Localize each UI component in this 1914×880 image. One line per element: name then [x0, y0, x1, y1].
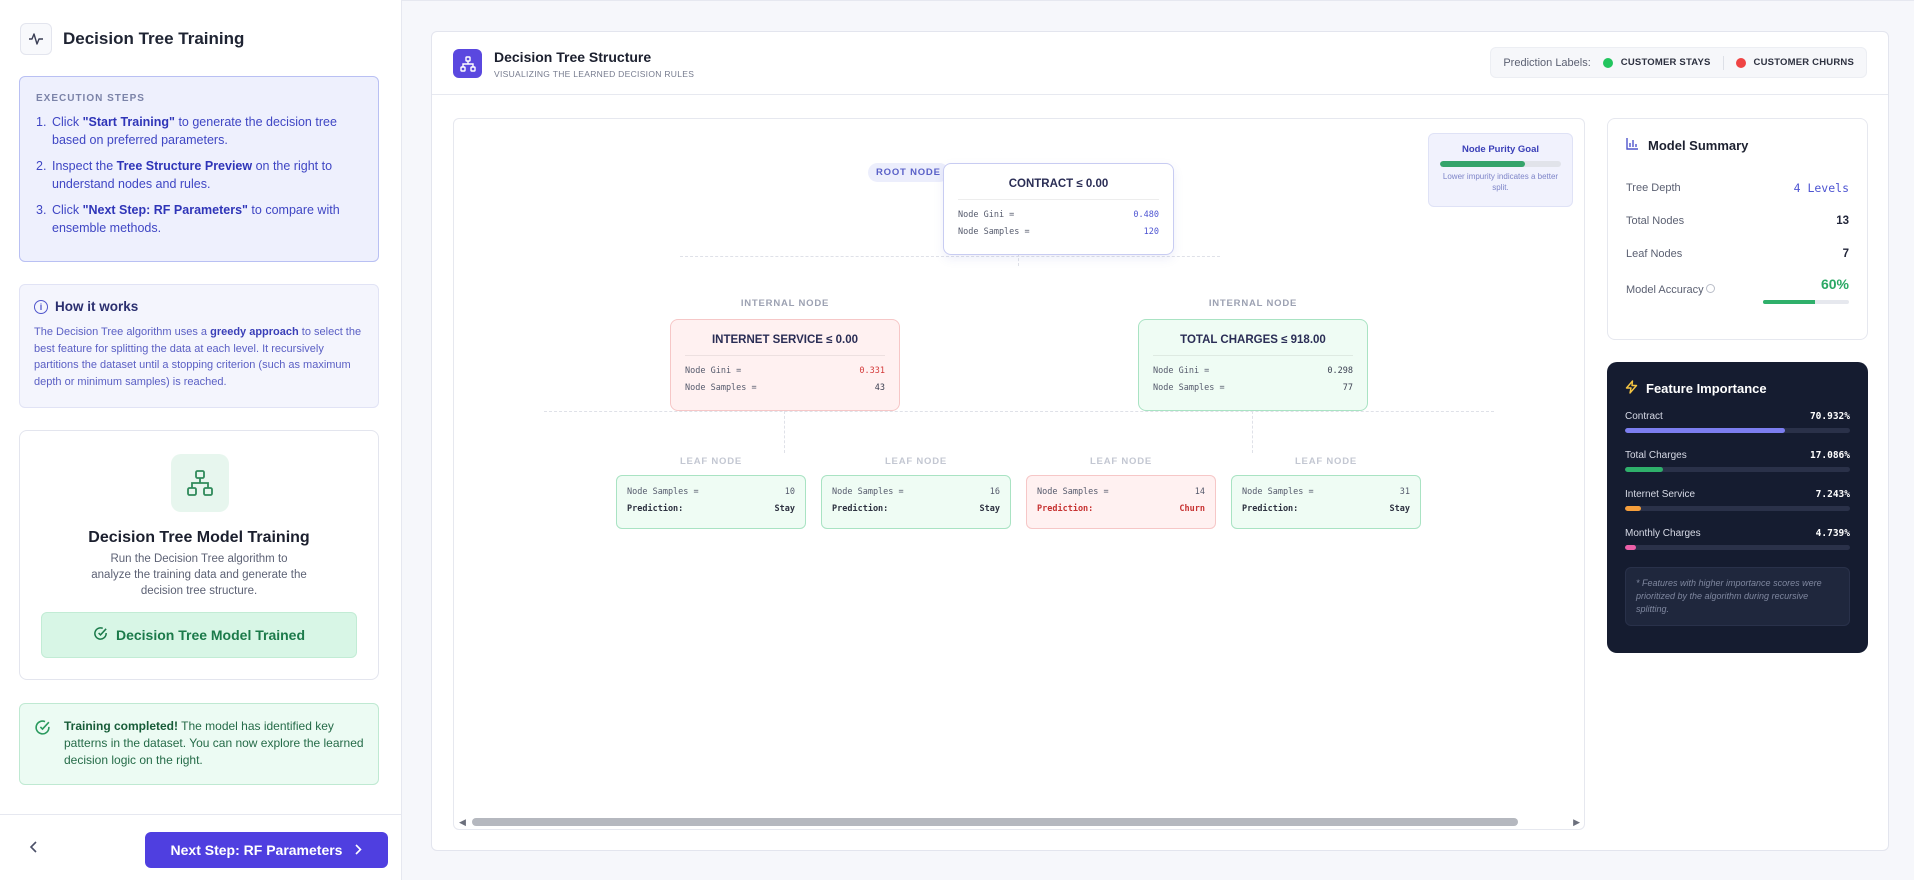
training-complete-alert: Training completed! The model has identi…	[19, 703, 379, 785]
lightning-icon	[1625, 380, 1638, 397]
feature-row: Contract 70.932%	[1625, 411, 1850, 433]
leaf-node-tag: LEAF NODE	[1294, 456, 1358, 467]
training-card: Decision Tree Model Training Run the Dec…	[19, 430, 379, 680]
activity-icon	[20, 23, 52, 55]
feature-value: 17.086%	[1809, 450, 1850, 461]
leaf-node-tag: LEAF NODE	[679, 456, 743, 467]
next-step-label: Next Step: RF Parameters	[170, 842, 343, 858]
step-item: 3. Click "Next Step: RF Parameters" to co…	[36, 203, 340, 235]
legend-item-stays: CUSTOMER STAYS	[1602, 57, 1711, 68]
summary-row-total-nodes: Total Nodes 13	[1626, 214, 1849, 227]
scroll-left-arrow-icon[interactable]: ◀	[459, 817, 466, 828]
panel-subtitle: VISUALIZING THE LEARNED DECISION RULES	[494, 69, 695, 79]
feature-importance-note: * Features with higher importance scores…	[1625, 567, 1850, 626]
check-circle-icon	[34, 719, 51, 741]
feature-bar	[1625, 428, 1850, 433]
purity-title: Node Purity Goal	[1461, 144, 1540, 155]
feature-row: Total Charges 17.086%	[1625, 450, 1850, 472]
sidebar-header: Decision Tree Training	[20, 22, 244, 56]
leaf-node[interactable]: Node Samples = 31 Prediction: Stay	[1231, 475, 1421, 529]
how-title: How it works	[55, 299, 139, 314]
model-trained-label: Decision Tree Model Trained	[115, 627, 306, 643]
summary-row-leaf-nodes: Leaf Nodes 7	[1626, 247, 1849, 260]
root-node[interactable]: CONTRACT ≤ 0.00 Node Gini = 0.480 Node Sa…	[943, 163, 1174, 255]
chevron-left-icon	[29, 841, 37, 853]
leaf-node[interactable]: Node Samples = 10 Prediction: Stay	[616, 475, 806, 529]
feature-name: Contract	[1625, 411, 1663, 422]
summary-row-depth: Tree Depth 4 Levels	[1626, 180, 1849, 195]
legend-item-churns: CUSTOMER CHURNS	[1735, 57, 1854, 68]
step-item: 1. Click "Start Training" to generate the…	[36, 115, 337, 147]
feature-bar-fill	[1625, 545, 1636, 550]
root-node-tag: ROOT NODE	[868, 163, 949, 182]
purity-description: Lower impurity indicates a better split.	[1442, 172, 1559, 192]
feature-bar	[1625, 506, 1850, 511]
feature-bar-fill	[1625, 428, 1785, 433]
feature-name: Monthly Charges	[1625, 528, 1701, 539]
step-item: 2. Inspect the Tree Structure Preview on …	[36, 159, 333, 191]
feature-bar	[1625, 467, 1850, 472]
back-button[interactable]	[24, 837, 44, 857]
scroll-right-arrow-icon[interactable]: ▶	[1573, 817, 1580, 828]
check-circle-icon	[93, 626, 108, 644]
feature-importance-title: Feature Importance	[1646, 381, 1767, 396]
training-title: Decision Tree Model Training	[88, 529, 310, 546]
execution-steps: EXECUTION STEPS 1. Click "Start Training"…	[19, 76, 379, 262]
steps-caption: EXECUTION STEPS	[36, 93, 145, 104]
how-it-works-panel: i How it works The Decision Tree algorith…	[19, 284, 379, 408]
model-trained-button[interactable]: Decision Tree Model Trained	[41, 612, 357, 658]
training-description: Run the Decision Tree algorithm to analy…	[91, 553, 307, 597]
feature-name: Total Charges	[1625, 450, 1687, 461]
model-accuracy: Model Accuracy 60%	[1626, 276, 1849, 304]
bar-chart-icon	[1626, 137, 1639, 153]
leaf-node-tag: LEAF NODE	[1089, 456, 1153, 467]
leaf-node-tag: LEAF NODE	[884, 456, 948, 467]
green-dot-icon	[1602, 57, 1613, 68]
internal-node-tag: INTERNAL NODE	[740, 298, 830, 309]
scrollbar-thumb[interactable]	[472, 818, 1518, 826]
tree-canvas[interactable]: Node Purity Goal Lower impurity indicate…	[453, 118, 1585, 830]
feature-value: 70.932%	[1809, 411, 1850, 422]
sidebar-title: Decision Tree Training	[63, 29, 245, 48]
sidebar: Decision Tree Training EXECUTION STEPS 1…	[0, 0, 402, 880]
horizontal-scrollbar[interactable]: ◀ ▶	[454, 815, 1584, 829]
sidebar-footer: Next Step: RF Parameters	[0, 814, 401, 880]
node-purity-goal: Node Purity Goal Lower impurity indicate…	[1428, 133, 1573, 207]
next-step-button[interactable]: Next Step: RF Parameters	[145, 832, 388, 868]
feature-bar-fill	[1625, 506, 1642, 511]
feature-name: Internet Service	[1625, 489, 1696, 500]
summary-title: Model Summary	[1648, 137, 1749, 153]
internal-node-total-charges[interactable]: TOTAL CHARGES ≤ 918.00 Node Gini = 0.298 …	[1138, 319, 1368, 411]
panel-title: Decision Tree Structure	[494, 49, 652, 65]
tree-structure-panel: Decision Tree Structure VISUALIZING THE …	[431, 31, 1889, 851]
feature-bar	[1625, 545, 1850, 550]
accuracy-bar	[1763, 300, 1849, 304]
legend-label: Prediction Labels:	[1503, 56, 1591, 69]
how-description: The Decision Tree algorithm uses a greed…	[34, 326, 362, 388]
purity-bar	[1440, 161, 1561, 167]
hierarchy-icon	[453, 49, 482, 78]
chevron-right-icon	[354, 843, 363, 858]
info-icon: i	[34, 299, 48, 314]
internal-node-tag: INTERNAL NODE	[1208, 298, 1298, 309]
leaf-node[interactable]: Node Samples = 16 Prediction: Stay	[821, 475, 1011, 529]
feature-row: Internet Service 7.243%	[1625, 489, 1850, 511]
internal-node-internet-service[interactable]: INTERNET SERVICE ≤ 0.00 Node Gini = 0.331…	[670, 319, 900, 411]
feature-value: 7.243%	[1815, 489, 1850, 500]
feature-value: 4.739%	[1815, 528, 1850, 539]
leaf-node[interactable]: Node Samples = 14 Prediction: Churn	[1026, 475, 1216, 529]
prediction-legend: Prediction Labels: CUSTOMER STAYS CUSTOM…	[1490, 47, 1867, 78]
feature-bar-fill	[1625, 467, 1664, 472]
model-summary-card: Model Summary Tree Depth 4 Levels Total N…	[1607, 118, 1868, 340]
feature-importance-card: Feature Importance Contract 70.932% Total …	[1607, 362, 1868, 653]
panel-header: Decision Tree Structure VISUALIZING THE …	[432, 32, 1888, 95]
red-dot-icon	[1735, 57, 1746, 68]
feature-row: Monthly Charges 4.739%	[1625, 528, 1850, 550]
accuracy-value: 60%	[1820, 276, 1849, 292]
tree-structure-icon	[171, 454, 229, 512]
help-circle-icon[interactable]	[1705, 284, 1715, 293]
